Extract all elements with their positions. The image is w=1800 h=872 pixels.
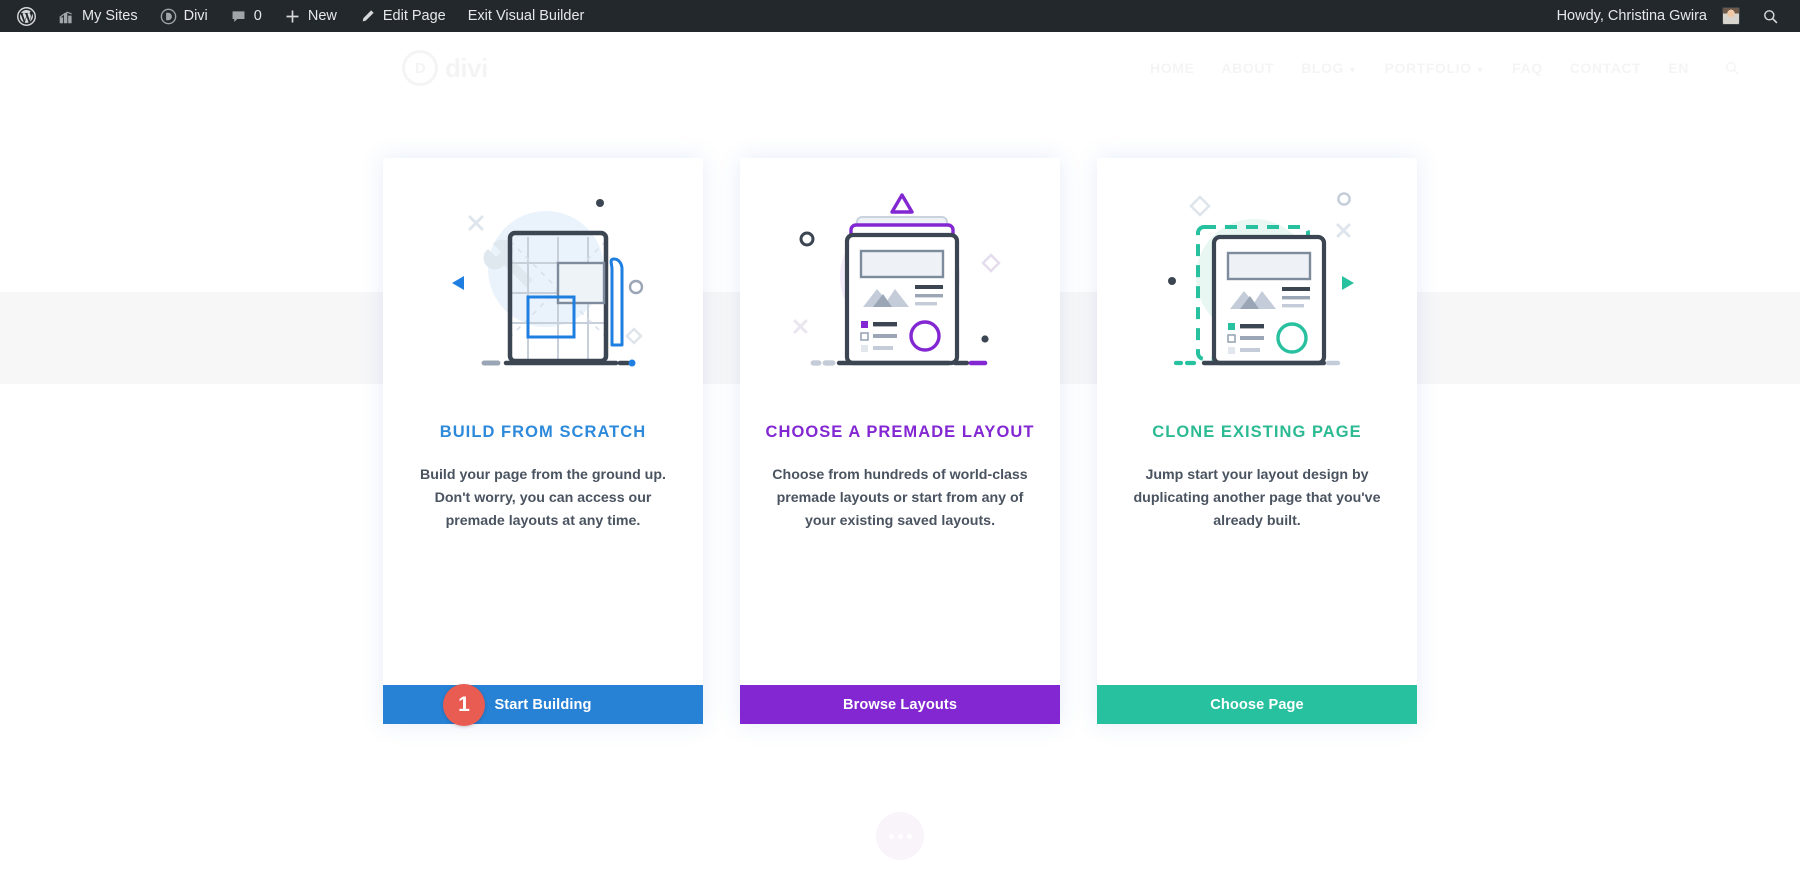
admin-bar-item-exit-visual-builder[interactable]: Exit Visual Builder [457, 0, 596, 32]
option-card-build-from-scratch[interactable]: BUILD FROM SCRATCH Build your page from … [383, 158, 703, 724]
admin-bar-right-group: Howdy, Christina Gwira [1546, 0, 1800, 32]
duplicate-page-illustration [1097, 158, 1417, 404]
visual-builder-toggle-button[interactable] [876, 812, 924, 860]
card-description: Jump start your layout design by duplica… [1123, 464, 1391, 533]
blueprint-grid-illustration [383, 158, 703, 404]
admin-bar-left-group: My Sites Divi 0 New Edit Page [0, 0, 595, 32]
step-badge: 1 [443, 684, 485, 726]
ellipsis-icon [889, 834, 894, 839]
button-label: Browse Layouts [843, 697, 957, 713]
wordpress-logo-menu[interactable] [6, 0, 47, 32]
search-icon [1762, 8, 1779, 25]
admin-bar-label: My Sites [82, 8, 138, 24]
comment-count: 0 [254, 8, 262, 24]
card-description: Choose from hundreds of world-class prem… [766, 464, 1034, 533]
comment-icon [230, 8, 247, 25]
wp-admin-bar: My Sites Divi 0 New Edit Page [0, 0, 1800, 32]
choose-page-button[interactable]: Choose Page [1097, 685, 1417, 724]
button-label: Choose Page [1210, 697, 1304, 713]
avatar [1722, 7, 1740, 25]
admin-bar-item-edit-page[interactable]: Edit Page [348, 0, 457, 32]
admin-bar-item-new[interactable]: New [273, 0, 348, 32]
admin-bar-label: Exit Visual Builder [468, 8, 585, 24]
admin-bar-label: New [308, 8, 337, 24]
admin-bar-label: Edit Page [383, 8, 446, 24]
admin-bar-item-my-sites[interactable]: My Sites [47, 0, 149, 32]
pencil-icon [359, 8, 376, 25]
plus-icon [284, 8, 301, 25]
admin-bar-label: Divi [184, 8, 208, 24]
my-account-menu[interactable]: Howdy, Christina Gwira [1546, 0, 1751, 32]
wordpress-icon [17, 7, 36, 26]
greeting-text: Howdy, Christina Gwira [1557, 8, 1707, 24]
button-label: Start Building [494, 697, 591, 713]
sites-icon [58, 8, 75, 25]
browse-layouts-button[interactable]: Browse Layouts [740, 685, 1060, 724]
admin-bar-item-divi[interactable]: Divi [149, 0, 219, 32]
admin-bar-search-button[interactable] [1751, 0, 1790, 32]
ellipsis-icon [898, 834, 903, 839]
option-card-choose-premade-layout[interactable]: CHOOSE A PREMADE LAYOUT Choose from hund… [740, 158, 1060, 724]
card-title: BUILD FROM SCRATCH [383, 423, 703, 442]
stacked-layouts-illustration [740, 158, 1060, 404]
option-card-clone-existing-page[interactable]: CLONE EXISTING PAGE Jump start your layo… [1097, 158, 1417, 724]
divi-icon [160, 8, 177, 25]
card-title: CLONE EXISTING PAGE [1097, 423, 1417, 442]
visual-builder-start-modal: BUILD FROM SCRATCH Build your page from … [0, 0, 1800, 872]
admin-bar-item-comments[interactable]: 0 [219, 0, 273, 32]
ellipsis-icon [907, 834, 912, 839]
card-description: Build your page from the ground up. Don'… [409, 464, 677, 533]
card-title: CHOOSE A PREMADE LAYOUT [740, 423, 1060, 442]
start-building-button[interactable]: 1 Start Building [383, 685, 703, 724]
